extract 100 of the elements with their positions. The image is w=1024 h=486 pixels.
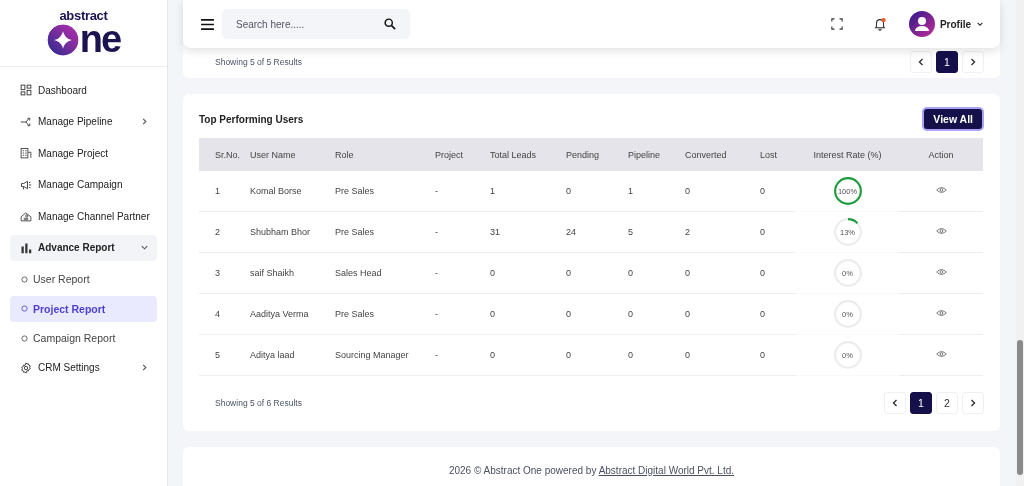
column-header: Project — [435, 149, 463, 160]
table-cell: 0 — [628, 268, 633, 278]
table-cell: 0 — [566, 186, 571, 196]
search-icon[interactable] — [384, 18, 396, 30]
table-cell: 0 — [685, 350, 690, 360]
scrollbar[interactable] — [1016, 0, 1024, 486]
eye-icon[interactable] — [935, 227, 947, 235]
sidebar-subitem[interactable]: Project Report — [10, 295, 157, 322]
sidebar-subitem[interactable]: User Report — [10, 266, 157, 292]
column-header: Sr.No. — [215, 149, 240, 160]
company-link[interactable]: Abstract Digital World Pvt. Ltd. — [598, 464, 735, 476]
menu-icon[interactable] — [201, 18, 214, 30]
sidebar-item[interactable]: Advance Report — [10, 234, 157, 261]
table-cell: 31 — [490, 227, 500, 237]
table-cell: 0 — [685, 309, 690, 319]
eye-icon[interactable] — [935, 350, 947, 358]
partner-icon — [20, 210, 32, 222]
search-field[interactable]: Search here..... — [222, 9, 410, 39]
column-header: Pipeline — [628, 149, 661, 160]
table-cell: 2 — [215, 227, 220, 237]
column-header: Lost — [760, 149, 777, 160]
table-cell: Pre Sales — [335, 227, 375, 237]
table-cell: 0 — [628, 309, 633, 319]
results-count: Showing 5 of 5 Results — [215, 57, 302, 67]
page-button[interactable]: 2 — [936, 392, 958, 414]
logo-text: abstract — [59, 9, 108, 23]
next-page-button[interactable] — [962, 392, 984, 414]
progress-ring — [832, 217, 863, 247]
megaphone-icon — [20, 178, 32, 191]
column-header: Pending — [566, 149, 600, 160]
table-cell: Sales Head — [335, 268, 382, 278]
table-cell: - — [435, 186, 438, 196]
gear-icon — [20, 361, 32, 374]
sidebar-item[interactable]: Manage Campaign — [10, 171, 157, 198]
progress-ring — [832, 176, 863, 206]
previous-page-button[interactable] — [910, 51, 932, 73]
table-cell: 24 — [566, 227, 576, 237]
sidebar-item[interactable]: Manage Channel Partner — [10, 203, 157, 229]
table-cell: Pre Sales — [335, 309, 375, 319]
table-cell: 1 — [215, 186, 220, 196]
chevron-down-icon — [140, 243, 149, 252]
table-cell: - — [435, 309, 438, 319]
pipeline-icon — [20, 115, 32, 128]
fullscreen-icon[interactable] — [830, 18, 843, 30]
table-cell: 0 — [685, 268, 690, 278]
table-cell: 0 — [760, 350, 765, 360]
chevron-right-icon — [140, 117, 149, 126]
sidebar-item[interactable]: Dashboard — [10, 77, 157, 103]
table-cell: 5 — [628, 227, 633, 237]
chevron-down-icon — [976, 20, 984, 28]
column-header: Role — [335, 149, 354, 160]
view-all-button[interactable]: View All — [922, 107, 984, 131]
table-cell: - — [435, 268, 438, 278]
chevron-right-icon — [140, 363, 149, 372]
table-cell: 0 — [566, 350, 571, 360]
column-header: Interest Rate (%) — [813, 149, 882, 160]
table-cell: Aaditya Verma — [250, 309, 309, 319]
footer-text: 2026 © Abstract One powered by Abstract Digital World Pvt. Ltd. — [448, 464, 735, 476]
card-title: Top Performing Users — [199, 113, 304, 125]
table-cell: 0 — [760, 309, 765, 319]
table-cell: 0 — [760, 268, 765, 278]
profile-menu[interactable]: Profile — [908, 11, 984, 37]
table-cell: 0 — [566, 309, 571, 319]
eye-icon[interactable] — [935, 186, 947, 194]
table-cell: Aditya laad — [250, 350, 295, 360]
table-cell: 4 — [215, 309, 220, 319]
circle-icon — [21, 334, 28, 342]
table-cell: 0 — [760, 227, 765, 237]
chevron-right-icon — [968, 57, 978, 67]
page-button[interactable]: 1 — [910, 392, 932, 414]
avatar-icon — [908, 11, 935, 37]
table-cell: saif Shaikh — [250, 268, 295, 278]
chevron-left-icon — [890, 398, 900, 408]
table-cell: 0 — [490, 350, 495, 360]
sidebar-item[interactable]: CRM Settings — [10, 354, 157, 381]
table-cell: 0 — [566, 268, 571, 278]
chevron-left-icon — [916, 57, 926, 67]
table-cell: 1 — [628, 186, 633, 196]
column-header: Converted — [685, 149, 727, 160]
sidebar-item[interactable]: Manage Project — [10, 140, 157, 166]
sidebar-subitem[interactable]: Campaign Report — [10, 325, 157, 351]
table-cell: - — [435, 350, 438, 360]
eye-icon[interactable] — [935, 309, 947, 317]
table-cell: 0 — [685, 186, 690, 196]
column-header: User Name — [250, 149, 296, 160]
page-button[interactable]: 1 — [936, 51, 958, 73]
table-cell: 2 — [685, 227, 690, 237]
previous-page-button[interactable] — [884, 392, 906, 414]
bell-icon[interactable] — [872, 17, 887, 31]
table-cell: 0 — [490, 268, 495, 278]
bars-icon — [20, 241, 32, 254]
star-circle-icon — [46, 23, 79, 56]
column-header: Total Leads — [490, 149, 537, 160]
column-header: Action — [928, 149, 954, 160]
next-page-button[interactable] — [962, 51, 984, 73]
table-cell: 0 — [628, 350, 633, 360]
table-cell: 5 — [215, 350, 220, 360]
table-cell: 1 — [490, 186, 495, 196]
eye-icon[interactable] — [935, 268, 947, 276]
sidebar-item[interactable]: Manage Pipeline — [10, 108, 157, 135]
